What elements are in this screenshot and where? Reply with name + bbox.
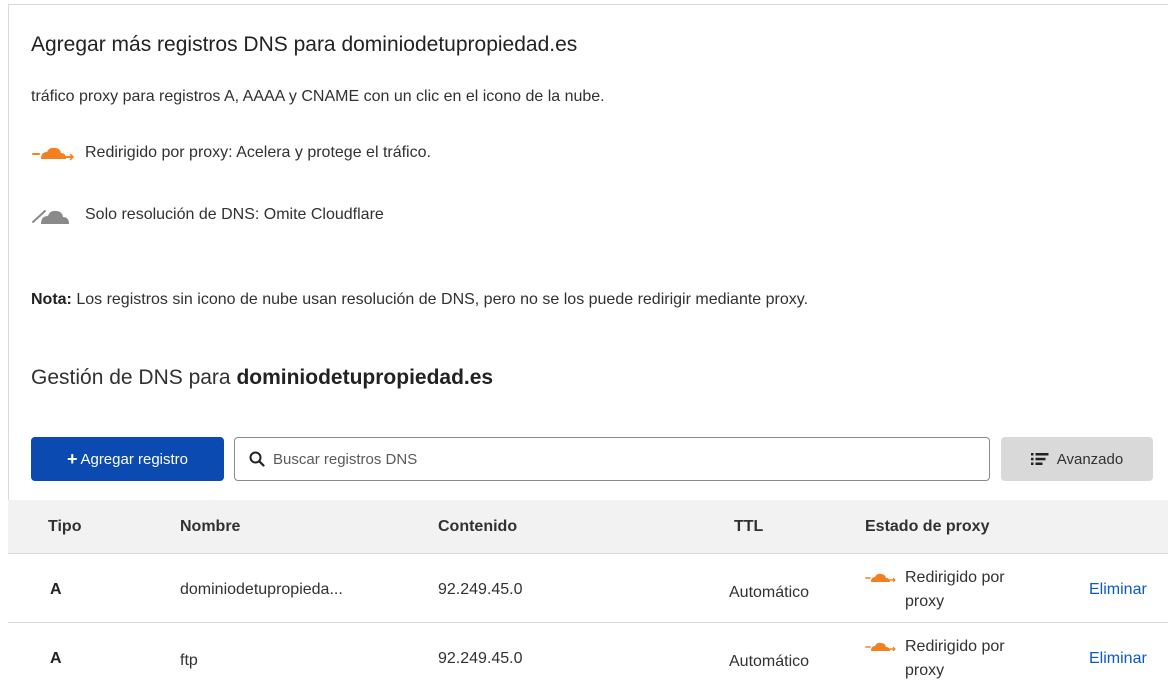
record-type: A bbox=[50, 581, 62, 598]
delete-link[interactable]: Eliminar bbox=[1089, 650, 1147, 668]
orange-cloud-icon bbox=[865, 642, 896, 652]
legend-dns-only: Solo resolución de DNS: Omite Cloudflare bbox=[31, 202, 384, 228]
proxy-status[interactable]: Redirigido por proxy bbox=[865, 566, 1045, 614]
record-content: 92.249.45.0 bbox=[438, 581, 523, 598]
plus-icon: + bbox=[66, 448, 78, 469]
dns-management-title: Gestión de DNS para dominiodetupropiedad… bbox=[31, 366, 493, 390]
gray-cloud-icon bbox=[32, 210, 69, 224]
record-type: A bbox=[50, 650, 62, 667]
proxy-description: tráfico proxy para registros A, AAAA y C… bbox=[31, 88, 605, 105]
dns-management-prefix: Gestión de DNS para bbox=[31, 366, 237, 389]
header-name: Nombre bbox=[180, 518, 241, 535]
proxy-status[interactable]: Redirigido por proxy bbox=[865, 635, 1045, 683]
add-record-label: Agregar registro bbox=[80, 450, 189, 468]
add-record-button[interactable]: + Agregar registro bbox=[31, 437, 224, 481]
note-text: Nota: Los registros sin icono de nube us… bbox=[31, 286, 831, 314]
search-input[interactable] bbox=[271, 449, 955, 469]
header-type: Tipo bbox=[48, 518, 82, 535]
proxy-status-text: Redirigido por proxy bbox=[905, 638, 1005, 679]
dns-management-domain: dominiodetupropiedad.es bbox=[236, 366, 494, 389]
search-box[interactable] bbox=[234, 437, 990, 481]
header-content: Contenido bbox=[438, 518, 518, 535]
note-body: Los registros sin icono de nube usan res… bbox=[71, 291, 809, 308]
record-content: 92.249.45.0 bbox=[438, 650, 523, 667]
filter-list-icon bbox=[1030, 453, 1049, 465]
header-proxy-status: Estado de proxy bbox=[865, 518, 990, 535]
add-records-title: Agregar más registros DNS para dominiode… bbox=[31, 33, 578, 56]
record-name: ftp bbox=[180, 652, 198, 669]
table-row[interactable]: A ftp 92.249.45.0 Automático Redirigido … bbox=[8, 623, 1168, 692]
legend-dns-only-text: Solo resolución de DNS: Omite Cloudflare bbox=[85, 206, 384, 223]
legend-proxied: Redirigido por proxy: Acelera y protege … bbox=[31, 141, 431, 165]
advanced-button[interactable]: Avanzado bbox=[1001, 437, 1153, 481]
orange-cloud-icon bbox=[865, 573, 896, 583]
record-ttl: Automático bbox=[729, 653, 810, 670]
search-icon bbox=[249, 451, 265, 467]
record-name: dominiodetupropieda... bbox=[180, 581, 343, 598]
proxy-status-text: Redirigido por proxy bbox=[905, 569, 1005, 610]
table-header: Tipo Nombre Contenido TTL Estado de prox… bbox=[8, 500, 1168, 554]
orange-cloud-icon bbox=[32, 147, 75, 161]
table-row[interactable]: A dominiodetupropieda... 92.249.45.0 Aut… bbox=[8, 554, 1168, 623]
legend-proxied-text: Redirigido por proxy: Acelera y protege … bbox=[85, 144, 431, 161]
delete-link[interactable]: Eliminar bbox=[1089, 581, 1147, 599]
header-ttl: TTL bbox=[734, 518, 764, 535]
advanced-label: Avanzado bbox=[1056, 450, 1124, 468]
record-ttl: Automático bbox=[729, 584, 810, 601]
note-label: Nota: bbox=[31, 291, 72, 308]
